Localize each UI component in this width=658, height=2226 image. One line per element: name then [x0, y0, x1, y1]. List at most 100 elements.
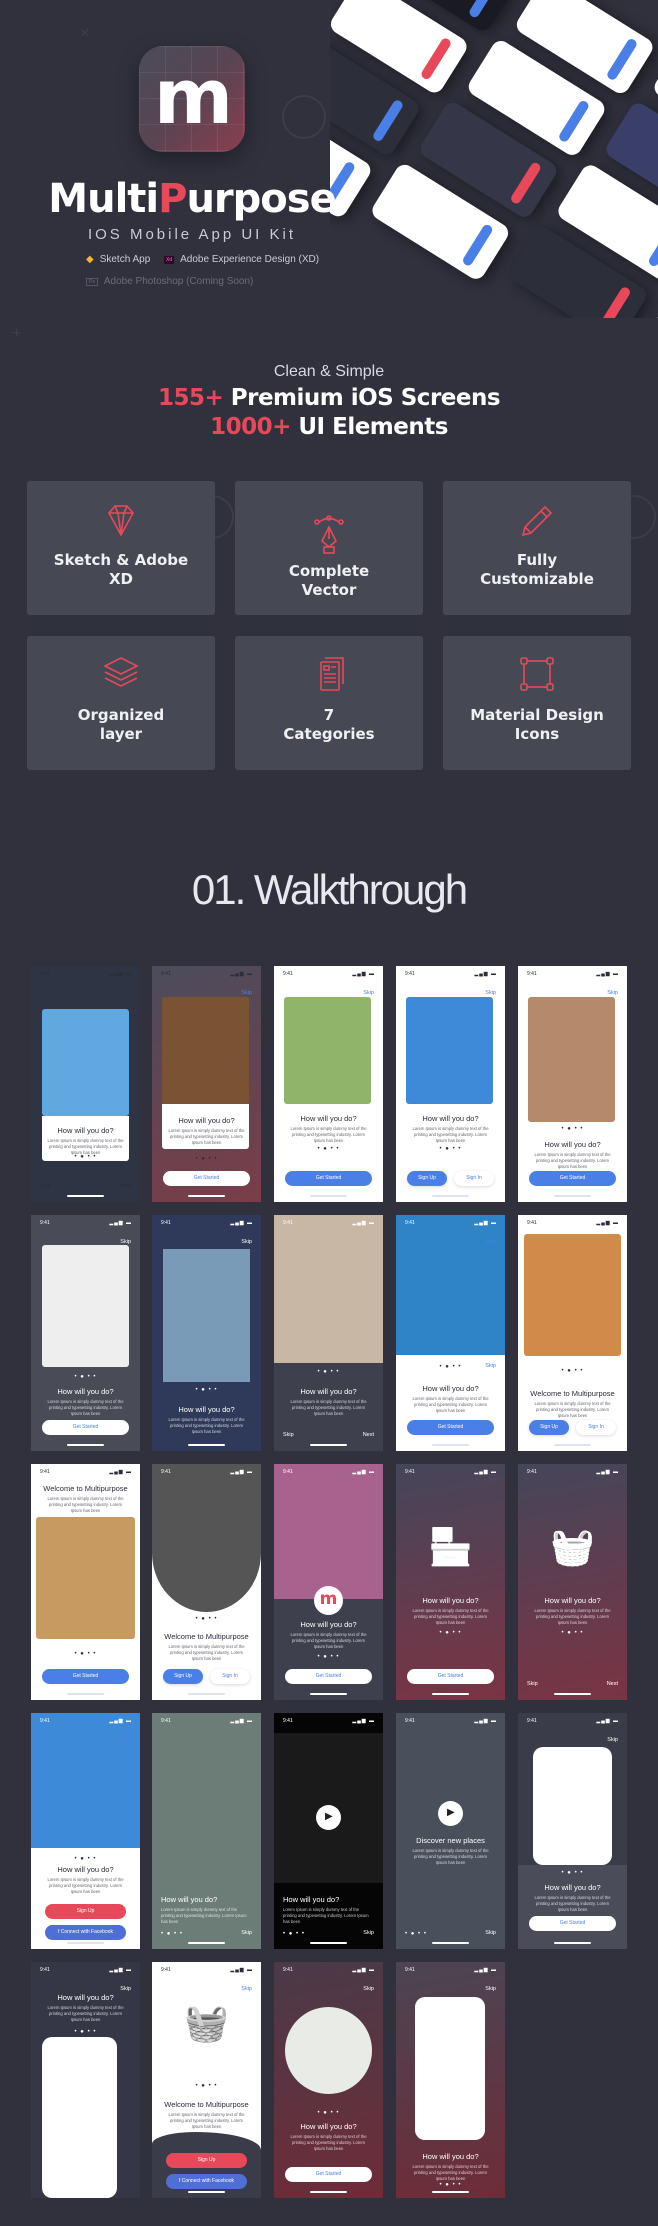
page-indicator[interactable]: • ● • •: [396, 1630, 505, 1636]
page-indicator[interactable]: • ● • •: [396, 2182, 505, 2188]
screen-body: Lorem Ipsum is simply dummy text of the …: [290, 2134, 367, 2151]
page-indicator[interactable]: • ● • •: [274, 1369, 383, 1375]
get-started-button[interactable]: Get Started: [285, 1669, 372, 1684]
section-title: 01. Walkthrough: [191, 866, 468, 913]
screen-title: How will you do?: [422, 1596, 479, 1605]
page-indicator[interactable]: • ● • •: [518, 1870, 627, 1876]
page-indicator[interactable]: • ● • •: [152, 1616, 261, 1622]
home-indicator: [554, 1693, 591, 1695]
screen-body: Lorem Ipsum is simply dummy text of the …: [283, 1907, 369, 1924]
facebook-connect-button[interactable]: f Connect with Facebook: [166, 2174, 247, 2189]
get-started-button[interactable]: Get Started: [529, 1916, 616, 1931]
skip-link[interactable]: Skip: [527, 1681, 538, 1687]
skip-link[interactable]: Skip: [607, 990, 618, 996]
skip-link[interactable]: Skip: [120, 1737, 131, 1743]
get-started-button[interactable]: Get Started: [42, 1669, 129, 1684]
sign-up-button[interactable]: Sign Up: [407, 1171, 447, 1186]
screen-title: How will you do?: [300, 1620, 357, 1629]
skip-link[interactable]: Skip: [120, 1986, 131, 1992]
skip-link[interactable]: Skip: [283, 1432, 294, 1438]
skip-link[interactable]: Skip: [40, 1183, 51, 1189]
walkthrough-screen: m 9:41 ▂▄▆ ▬ How will you do? Lorem Ipsum is…: [274, 1464, 383, 1700]
walkthrough-screen: 🏪 9:41 ▂▄▆ ▬ How will you do? Lorem Ipsum is…: [396, 1464, 505, 1700]
skip-link[interactable]: Skip: [485, 990, 496, 996]
screen-body: Lorem Ipsum is simply dummy text of the …: [412, 1848, 489, 1865]
sign-in-button[interactable]: Sign In: [210, 1669, 250, 1684]
sign-up-button[interactable]: Sign Up: [45, 1904, 126, 1919]
home-indicator: [67, 1444, 104, 1446]
page-indicator[interactable]: • ● • •: [274, 1654, 383, 1660]
page-indicator[interactable]: • ● • •: [518, 1630, 627, 1636]
walkthrough-screen: ▶ 9:41 ▂▄▆ ▬ Discover new places Lorem Ipsum…: [396, 1713, 505, 1949]
skip-link[interactable]: Skip: [485, 1239, 496, 1245]
skip-link[interactable]: Skip: [241, 1986, 252, 1992]
sign-in-button[interactable]: Sign In: [454, 1171, 494, 1186]
page-indicator[interactable]: • ● • •: [31, 1651, 140, 1657]
page-indicator[interactable]: • ● • •: [396, 1146, 505, 1152]
skip-link[interactable]: Skip: [120, 1239, 131, 1245]
get-started-button[interactable]: Get Started: [529, 1171, 616, 1186]
skip-link[interactable]: Skip: [363, 1986, 374, 1992]
vector-square-icon: [520, 657, 554, 691]
home-indicator: [188, 1942, 225, 1944]
status-icons: ▂▄▆ ▬: [352, 971, 375, 977]
sign-in-button[interactable]: Sign In: [576, 1420, 616, 1435]
screen-image: [274, 1464, 383, 1599]
skip-link[interactable]: Skip: [241, 990, 252, 996]
store-icon: 🏪: [428, 1526, 473, 1567]
next-link[interactable]: Next: [363, 1432, 374, 1438]
get-started-button[interactable]: Get Started: [163, 1171, 250, 1186]
screen-title: How will you do?: [422, 1384, 479, 1393]
skip-link[interactable]: Skip: [485, 1363, 496, 1369]
play-icon: ▶: [447, 1807, 455, 1818]
page-indicator[interactable]: • ● • •: [31, 1154, 140, 1160]
page-indicator[interactable]: • ● • •: [152, 2083, 261, 2089]
get-started-button[interactable]: Get Started: [407, 1669, 494, 1684]
skip-link[interactable]: Skip: [241, 1930, 252, 1936]
status-time: 9:41: [527, 1469, 537, 1475]
home-indicator: [554, 1942, 591, 1944]
sign-up-button[interactable]: Sign Up: [529, 1420, 569, 1435]
status-icons: ▂▄▆ ▬: [230, 1967, 253, 1973]
get-started-button[interactable]: Get Started: [42, 1420, 129, 1435]
play-button[interactable]: ▶: [438, 1801, 463, 1826]
status-icons: ▂▄▆ ▬: [109, 1469, 132, 1475]
home-indicator: [432, 1942, 469, 1944]
walkthrough-screen: 9:41 ▂▄▆ ▬ How will you do? Lorem Ipsum is …: [152, 1713, 261, 1949]
screen-image: [31, 1713, 140, 1848]
basket-icon: 🧺: [184, 2002, 229, 2043]
get-started-button[interactable]: Get Started: [285, 2167, 372, 2182]
screen-body: Lorem Ipsum is simply dummy text of the …: [534, 1152, 611, 1169]
sign-up-button[interactable]: Sign Up: [166, 2153, 247, 2168]
page-indicator[interactable]: • ● • •: [518, 1368, 627, 1374]
page-indicator[interactable]: • ● • •: [31, 1856, 140, 1862]
skip-link[interactable]: Skip: [485, 1930, 496, 1936]
skip-link[interactable]: Skip: [607, 1737, 618, 1743]
status-icons: ▂▄▆ ▬: [596, 971, 619, 977]
skip-link[interactable]: Skip: [363, 1930, 374, 1936]
play-button[interactable]: ▶: [316, 1805, 341, 1830]
page-indicator[interactable]: • ● • •: [152, 1387, 261, 1393]
page-indicator[interactable]: • ● • •: [31, 1374, 140, 1380]
walkthrough-screen: 9:41 ▂▄▆ ▬ Skip How will you do? Lorem Ipsum…: [152, 966, 261, 1202]
next-link[interactable]: Next: [607, 1681, 618, 1687]
screen-body: Lorem Ipsum is simply dummy text of the …: [290, 1632, 367, 1649]
page-indicator[interactable]: • ● • •: [31, 2029, 140, 2035]
next-link[interactable]: Next: [120, 1183, 131, 1189]
screen-title: How will you do?: [57, 1993, 114, 2002]
walkthrough-screen: 🧺 9:41 ▂▄▆ ▬ Skip Welcome to Multipurpose Lor…: [152, 1962, 261, 2198]
screen-image: [163, 1249, 250, 1382]
skip-link[interactable]: Skip: [241, 1239, 252, 1245]
get-started-button[interactable]: Get Started: [407, 1420, 494, 1435]
skip-link[interactable]: Skip: [363, 990, 374, 996]
sign-up-button[interactable]: Sign Up: [163, 1669, 203, 1684]
status-icons: ▂▄▆ ▬: [230, 1718, 253, 1724]
page-indicator[interactable]: • ● • •: [518, 1126, 627, 1132]
page-indicator[interactable]: • ● • •: [152, 1156, 261, 1162]
page-indicator[interactable]: • ● • •: [274, 1146, 383, 1152]
skip-link[interactable]: Skip: [485, 1986, 496, 1992]
facebook-connect-button[interactable]: f Connect with Facebook: [45, 1925, 126, 1940]
get-started-button[interactable]: Get Started: [285, 1171, 372, 1186]
home-indicator: [432, 2191, 469, 2193]
page-indicator[interactable]: • ● • •: [274, 2110, 383, 2116]
